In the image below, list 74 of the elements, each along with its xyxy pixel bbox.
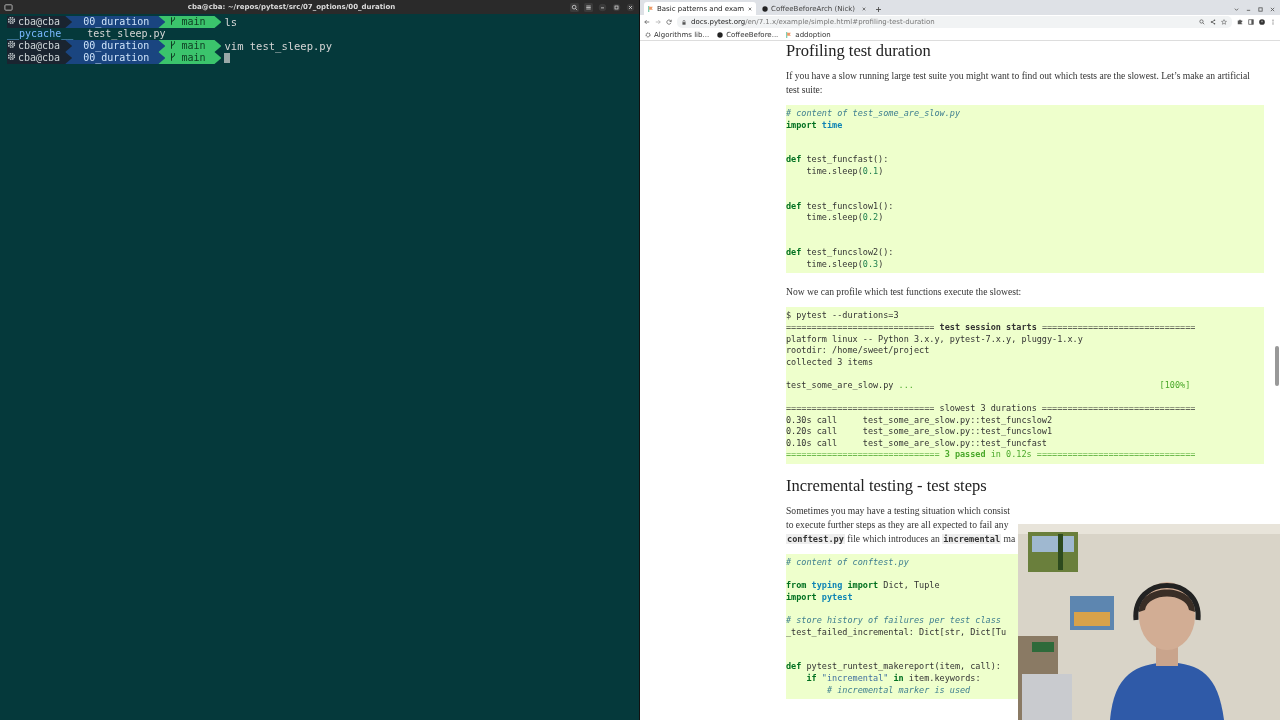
- branch-icon: [170, 40, 177, 50]
- code-line: ============================= test session starts ==============================: [786, 321, 1196, 334]
- user-name: cba@cba: [18, 40, 61, 51]
- code-line: # content of test_some_are_slow.py: [786, 108, 961, 120]
- maximize-icon[interactable]: [612, 2, 621, 12]
- branch-icon: [170, 52, 177, 62]
- code-line: def test_funcslow1():: [786, 200, 895, 213]
- code-line: 0.30s call test_some_are_slow.py::test_funcslow2: [786, 414, 1054, 427]
- code-line: if "incremental" in item.keywords:: [805, 672, 982, 685]
- code-line: 0.20s call test_some_are_slow.py::test_funcslow1: [786, 426, 1054, 438]
- code-line: rootdir: /home/sweet/project: [786, 345, 931, 357]
- code-line: ============================== 3 passed in 0.12s ===============================: [786, 449, 1196, 462]
- reload-icon[interactable]: [666, 19, 672, 25]
- directory-segment: 00_duration: [65, 40, 166, 52]
- share-icon[interactable]: [1210, 19, 1216, 25]
- avatar-icon[interactable]: [1259, 19, 1265, 25]
- lock-icon: [682, 19, 686, 25]
- command-text: ls: [224, 16, 238, 28]
- code-line: time.sleep(0.3): [805, 258, 885, 271]
- paragraph-line: to execute further steps as they are all expected to fail any: [786, 518, 1010, 533]
- code-line: def test_funcslow2():: [786, 247, 895, 259]
- file-entry: test_sleep.py: [87, 28, 166, 39]
- code-line: ============================= slowest 3 durations ==============================: [786, 403, 1196, 415]
- scrollbar-thumb[interactable]: [1275, 346, 1279, 386]
- branch-name: main: [181, 16, 206, 27]
- file-entry: __pycache__: [7, 28, 74, 39]
- close-icon[interactable]: [1270, 7, 1275, 12]
- star-icon[interactable]: [1221, 19, 1227, 25]
- minimize-icon[interactable]: [1246, 7, 1251, 12]
- command-text: vim test_sleep.py: [224, 40, 332, 52]
- code-line: # incremental marker is used: [825, 684, 972, 697]
- minimize-icon[interactable]: [598, 2, 607, 12]
- directory-segment: 00_duration: [65, 52, 166, 64]
- new-tab-icon[interactable]: [876, 7, 881, 12]
- directory-segment: 00_duration: [65, 16, 166, 28]
- paragraph: If you have a slow running large test suite you might want to find out which tests are the slowest. Let’s make an artificial test suite:: [786, 69, 1251, 97]
- code-line: time.sleep(0.1): [805, 165, 885, 178]
- zoom-icon[interactable]: [1199, 19, 1205, 25]
- branch-name: main: [181, 40, 206, 51]
- chevron-icon[interactable]: [1234, 7, 1239, 12]
- branch-name: main: [181, 52, 206, 63]
- code-line: def pytest_runtest_makereport(item, call):: [786, 661, 1002, 673]
- code-line: def test_funcfast():: [786, 154, 890, 166]
- search-icon[interactable]: [570, 2, 579, 12]
- section-heading: Profiling test duration: [786, 41, 932, 61]
- section-heading: Incremental testing - test steps: [786, 476, 988, 497]
- code-line: 0.10s call test_some_are_slow.py::test_funcfast: [786, 437, 1048, 450]
- close-icon[interactable]: [748, 6, 752, 11]
- terminal-icon[interactable]: [4, 2, 13, 12]
- back-icon[interactable]: [644, 19, 650, 25]
- code-line: import time: [786, 119, 844, 132]
- user-name: cba@cba: [18, 16, 61, 27]
- paragraph: Now we can profile which test functions execute the slowest:: [786, 285, 1023, 300]
- gear-icon: [7, 16, 16, 25]
- menu-icon[interactable]: [584, 2, 593, 12]
- code-line: test_some_are_slow.py ... [100%]: [786, 379, 1192, 392]
- user-name: cba@cba: [18, 52, 61, 63]
- gear-icon: [645, 31, 651, 38]
- sidebar-icon[interactable]: [1248, 19, 1254, 25]
- code-line: from typing import Dict, Tuple: [786, 580, 941, 592]
- code-line: # content of conftest.py: [786, 557, 910, 569]
- code-line: import pytest: [786, 591, 854, 604]
- paragraph-line: Sometimes you may have a testing situation which consist: [786, 504, 1011, 519]
- code-line: _test_failed_incremental: Dict[str, Dict[Tu: [786, 626, 1008, 639]
- code-line: time.sleep(0.2): [805, 212, 885, 224]
- close-icon[interactable]: [862, 6, 866, 11]
- code-line: # store history of failures per test class: [786, 615, 1002, 627]
- code-line: platform linux -- Python 3.x.y, pytest-7.x.y, pluggy-1.x.y: [786, 333, 1084, 346]
- code-line: $ pytest --durations=3: [786, 310, 900, 322]
- flag-icon: [648, 5, 654, 12]
- branch-icon: [170, 16, 177, 26]
- code-line: collected 3 items: [786, 356, 874, 369]
- flag-icon: [786, 31, 793, 38]
- close-icon[interactable]: [626, 2, 635, 12]
